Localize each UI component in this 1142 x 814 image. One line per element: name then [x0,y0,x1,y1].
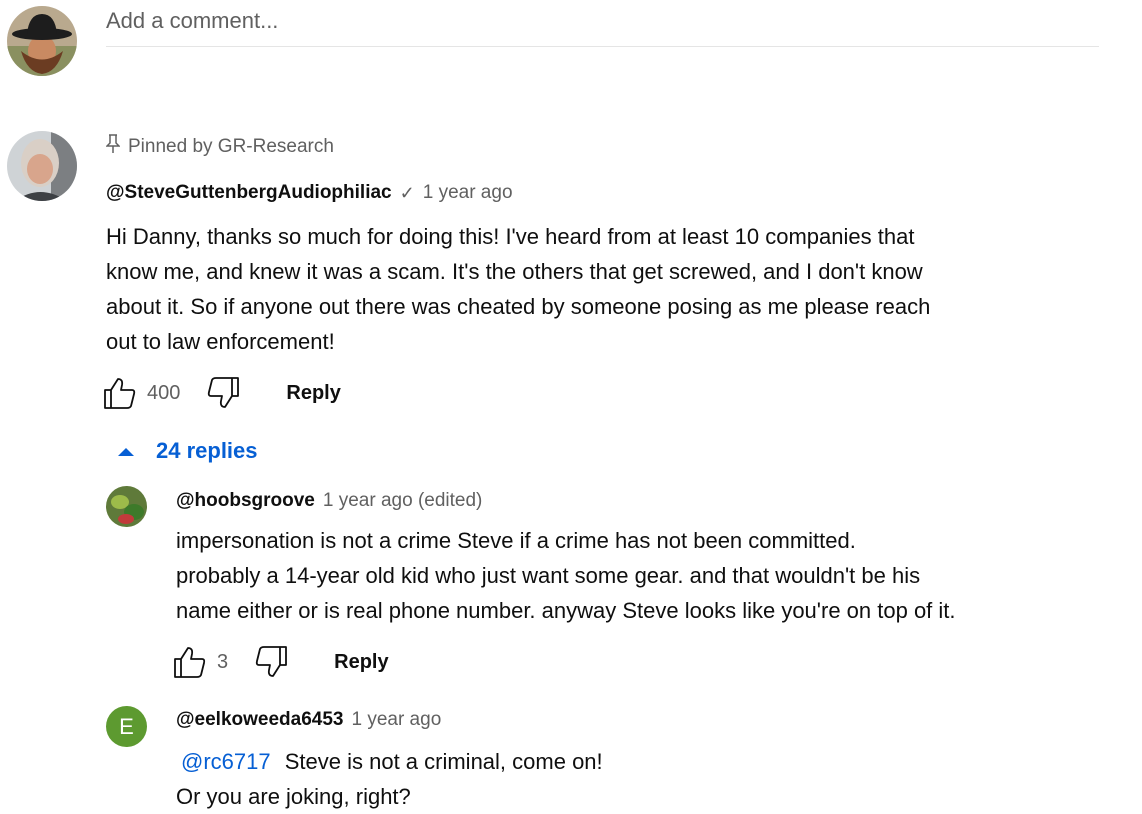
like-count: 400 [147,381,181,404]
thumbs-up-icon [104,378,136,409]
comment-body: Hi Danny, thanks so much for doing this!… [106,219,930,359]
add-comment-underline [106,46,1099,47]
reply-line: Or you are joking, right? [176,784,411,809]
verified-icon: ✓ [399,182,415,203]
reply-header: @eelkoweeda6453 1 year ago [176,709,441,731]
dislike-button[interactable] [206,376,240,410]
thumbs-down-icon [208,377,240,408]
reply-avatar[interactable]: E [106,706,147,747]
commenter-avatar[interactable] [7,131,77,201]
reply-line: impersonation is not a crime Steve if a … [176,528,856,553]
comment-actions: 400 Reply [103,376,341,410]
comment-header: @SteveGuttenbergAudiophiliac ✓ 1 year ag… [106,182,513,204]
add-comment-input[interactable]: Add a comment... [106,8,278,34]
pinned-badge: Pinned by GR-Research [105,134,334,160]
reply-header: @hoobsgroove 1 year ago (edited) [176,490,482,512]
pinned-label: Pinned by GR-Research [128,136,334,157]
avatar-letter: E [119,713,134,739]
reply-actions: 3 Reply [173,645,389,679]
comment-line: out to law enforcement! [106,329,335,354]
like-button[interactable] [173,645,207,679]
reply-body: impersonation is not a crime Steve if a … [176,523,956,628]
reply-button[interactable]: Reply [286,382,340,405]
comment-line: about it. So if anyone out there was che… [106,294,931,319]
caret-up-icon [116,438,136,464]
reply-avatar[interactable] [106,486,147,527]
reply-time[interactable]: 1 year ago [351,709,441,731]
reply-text: Steve is not a criminal, come on! [284,749,603,774]
replies-count-label: 24 replies [156,438,258,463]
replies-toggle[interactable]: 24 replies [116,438,258,464]
reply-author[interactable]: @hoobsgroove [176,490,315,512]
comment-time[interactable]: 1 year ago [423,182,513,204]
reply-line: probably a 14-year old kid who just want… [176,563,921,588]
reply-author[interactable]: @eelkoweeda6453 [176,709,343,731]
mention-link[interactable]: @rc6717 [181,749,271,774]
reply-time[interactable]: 1 year ago (edited) [323,490,483,512]
thumbs-down-icon [255,646,288,677]
thumbs-up-icon [174,647,206,678]
reply-body: @rc6717 Steve is not a criminal, come on… [176,744,603,814]
like-count: 3 [217,650,229,673]
reply-line: @rc6717 Steve is not a criminal, come on… [176,744,603,779]
reply-line: name either or is real phone number. any… [176,598,956,623]
comment-author[interactable]: @SteveGuttenbergAudiophiliac [106,182,392,204]
dislike-button[interactable] [254,645,288,679]
reply-button[interactable]: Reply [334,651,388,674]
comment-line: Hi Danny, thanks so much for doing this!… [106,224,915,249]
comment-line: know me, and knew it was a scam. It's th… [106,259,923,284]
current-user-avatar [7,6,77,76]
pin-icon [105,134,121,160]
like-button[interactable] [103,376,137,410]
